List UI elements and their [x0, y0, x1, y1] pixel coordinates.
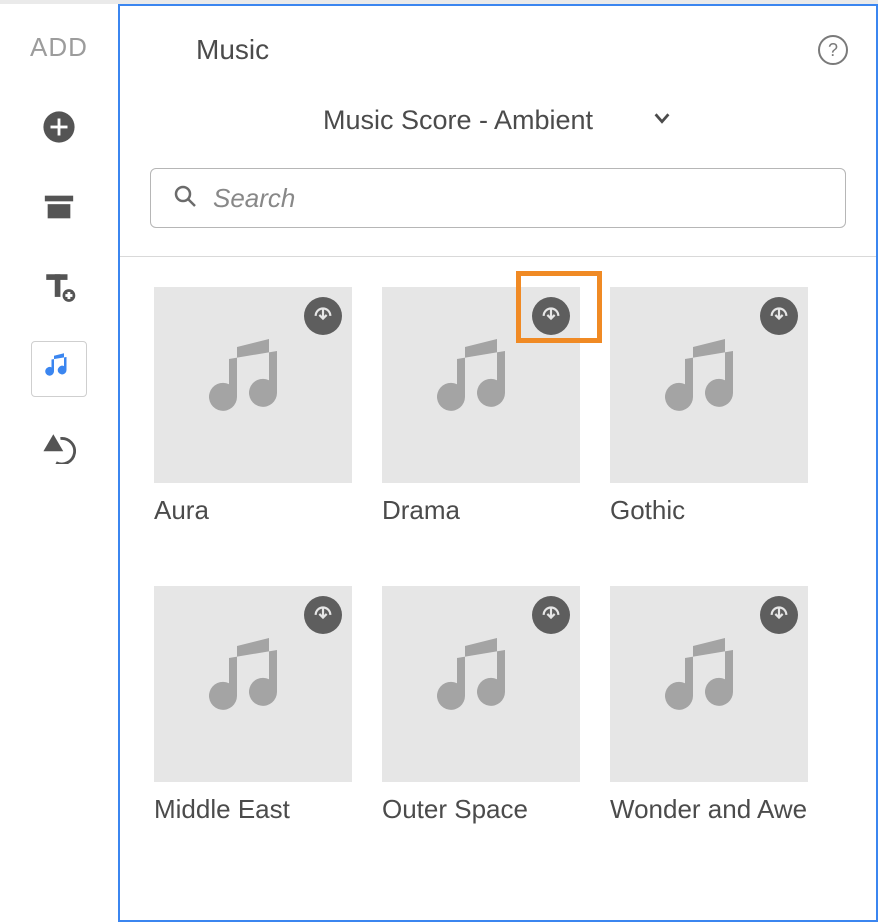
cloud-download-icon: [312, 303, 334, 330]
tile-label: Aura: [154, 495, 352, 526]
sidebar-heading: ADD: [30, 32, 88, 63]
close-button[interactable]: [148, 35, 178, 65]
download-button[interactable]: [304, 297, 342, 335]
sidebar-item-transform[interactable]: [31, 421, 87, 477]
music-tile-grid: Aura Drama Gothic Middle East Outer Space Won…: [120, 257, 876, 855]
search-input[interactable]: [211, 182, 829, 215]
panel-title: Music: [196, 34, 818, 66]
search-icon: [167, 184, 211, 213]
category-dropdown[interactable]: Music Score - Ambient: [150, 94, 846, 146]
music-tile[interactable]: Aura: [154, 287, 352, 526]
tile-thumbnail: [610, 287, 808, 483]
tile-label: Gothic: [610, 495, 808, 526]
music-note-icon: [433, 634, 529, 735]
music-tile[interactable]: Gothic: [610, 287, 808, 526]
music-tile[interactable]: Drama: [382, 287, 580, 526]
shape-rotate-icon: [42, 430, 76, 469]
music-tile[interactable]: Outer Space: [382, 586, 580, 825]
help-icon: ?: [828, 40, 838, 61]
music-tile[interactable]: Middle East: [154, 586, 352, 825]
music-note-icon: [433, 335, 529, 436]
cloud-download-icon: [312, 602, 334, 629]
panel-header: Music ?: [120, 6, 876, 94]
sidebar-item-music[interactable]: [31, 341, 87, 397]
search-field: [150, 168, 846, 228]
archive-icon: [42, 190, 76, 229]
sidebar-item-add[interactable]: [31, 101, 87, 157]
music-note-icon: [205, 634, 301, 735]
tile-thumbnail: [610, 586, 808, 782]
download-button[interactable]: [532, 596, 570, 634]
dropdown-selected-label: Music Score - Ambient: [323, 105, 593, 136]
tile-thumbnail: [154, 586, 352, 782]
sidebar-item-archive[interactable]: [31, 181, 87, 237]
music-tile[interactable]: Wonder and Awe: [610, 586, 808, 825]
tile-thumbnail: [382, 287, 580, 483]
music-note-icon: [661, 335, 757, 436]
cloud-download-icon: [768, 303, 790, 330]
download-button[interactable]: [532, 297, 570, 335]
tile-label: Middle East: [154, 794, 352, 825]
download-button[interactable]: [760, 596, 798, 634]
tile-label: Outer Space: [382, 794, 580, 825]
cloud-download-icon: [768, 602, 790, 629]
download-button[interactable]: [304, 596, 342, 634]
download-button[interactable]: [760, 297, 798, 335]
plus-circle-icon: [42, 110, 76, 149]
cloud-download-icon: [540, 303, 562, 330]
tile-label: Wonder and Awe: [610, 794, 808, 825]
tile-thumbnail: [382, 586, 580, 782]
help-button[interactable]: ?: [818, 35, 848, 65]
text-add-icon: [42, 270, 76, 309]
sidebar: ADD: [0, 4, 118, 922]
chevron-down-icon: [651, 105, 673, 136]
cloud-download-icon: [540, 602, 562, 629]
music-note-icon: [44, 352, 74, 387]
sidebar-item-text[interactable]: [31, 261, 87, 317]
tile-thumbnail: [154, 287, 352, 483]
music-panel: Music ? Music Score - Ambient Aura Drama G…: [118, 4, 878, 922]
music-note-icon: [205, 335, 301, 436]
tile-label: Drama: [382, 495, 580, 526]
music-note-icon: [661, 634, 757, 735]
